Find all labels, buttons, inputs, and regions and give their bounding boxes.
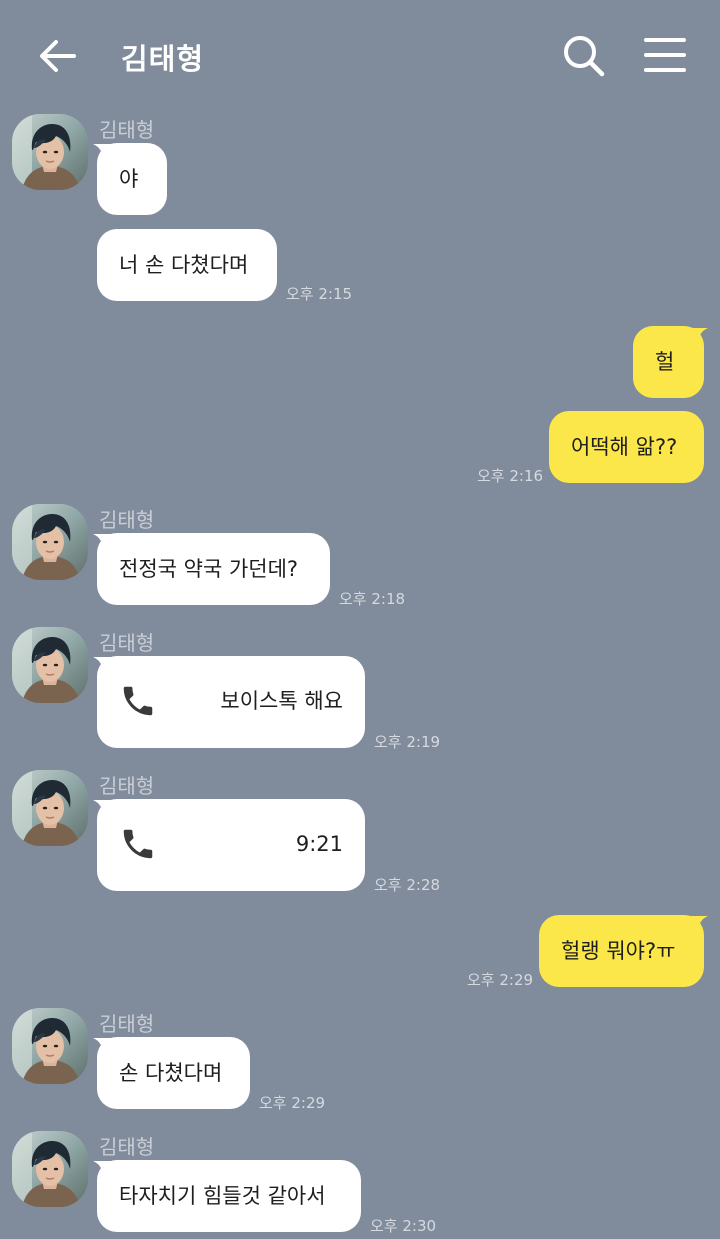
phone-icon — [119, 682, 157, 720]
message-text: 너 손 다쳤다며 — [119, 253, 249, 277]
message-bubble-outgoing[interactable]: 헐랭 뭐야?ㅠ — [539, 915, 704, 987]
message-text: 헐 — [655, 350, 675, 374]
message-time: 오후 2:19 — [374, 733, 441, 751]
voice-call-bubble[interactable]: 보이스톡 해요 — [97, 656, 365, 748]
sender-name: 김태형 — [99, 774, 155, 798]
message-time: 오후 2:29 — [467, 971, 534, 989]
profile-photo — [12, 1008, 88, 1084]
chat-header: 김태형 — [0, 0, 720, 110]
message-time: 오후 2:16 — [477, 467, 544, 485]
message-bubble-incoming[interactable]: 전정국 약국 가던데? — [97, 533, 330, 605]
message-text: 손 다쳤다며 — [119, 1061, 223, 1085]
sender-name: 김태형 — [99, 508, 155, 532]
profile-photo — [12, 770, 88, 846]
search-button[interactable] — [558, 30, 610, 82]
avatar[interactable] — [12, 627, 88, 703]
message-time: 오후 2:30 — [370, 1217, 437, 1235]
message-text: 전정국 약국 가던데? — [119, 557, 299, 581]
profile-photo — [12, 1131, 88, 1207]
phone-icon — [119, 825, 157, 863]
message-bubble-incoming[interactable]: 야 — [97, 143, 167, 215]
call-duration: 9:21 — [295, 832, 343, 856]
sender-name: 김태형 — [99, 1012, 155, 1036]
voice-call-bubble[interactable]: 9:21 — [97, 799, 365, 891]
message-bubble-outgoing[interactable]: 헐 — [633, 326, 704, 398]
avatar[interactable] — [12, 114, 88, 190]
sender-name: 김태형 — [99, 1135, 155, 1159]
avatar[interactable] — [12, 1008, 88, 1084]
message-text: 헐랭 뭐야?ㅠ — [561, 939, 676, 963]
call-label: 보이스톡 해요 — [220, 689, 343, 713]
chat-title: 김태형 — [121, 42, 205, 76]
search-icon — [564, 36, 605, 77]
arrow-left-icon — [40, 40, 76, 72]
profile-photo — [12, 504, 88, 580]
avatar[interactable] — [12, 770, 88, 846]
profile-photo — [12, 114, 88, 190]
message-time: 오후 2:18 — [339, 590, 406, 608]
message-time: 오후 2:29 — [259, 1094, 326, 1112]
back-button[interactable] — [34, 32, 82, 80]
message-bubble-outgoing[interactable]: 어떡해 앎?? — [549, 411, 704, 483]
hamburger-menu-icon — [644, 38, 686, 72]
avatar[interactable] — [12, 1131, 88, 1207]
message-text: 어떡해 앎?? — [571, 435, 678, 459]
message-text: 야 — [119, 167, 139, 191]
sender-name: 김태형 — [99, 631, 155, 655]
message-bubble-incoming[interactable]: 타자치기 힘들것 같아서 — [97, 1160, 361, 1232]
message-time: 오후 2:28 — [374, 876, 441, 894]
message-time: 오후 2:15 — [286, 285, 353, 303]
message-bubble-incoming[interactable]: 너 손 다쳤다며 — [97, 229, 277, 301]
avatar[interactable] — [12, 504, 88, 580]
message-bubble-incoming[interactable]: 손 다쳤다며 — [97, 1037, 250, 1109]
sender-name: 김태형 — [99, 118, 155, 142]
message-text: 타자치기 힘들것 같아서 — [119, 1184, 326, 1208]
profile-photo — [12, 627, 88, 703]
menu-button[interactable] — [640, 30, 690, 80]
